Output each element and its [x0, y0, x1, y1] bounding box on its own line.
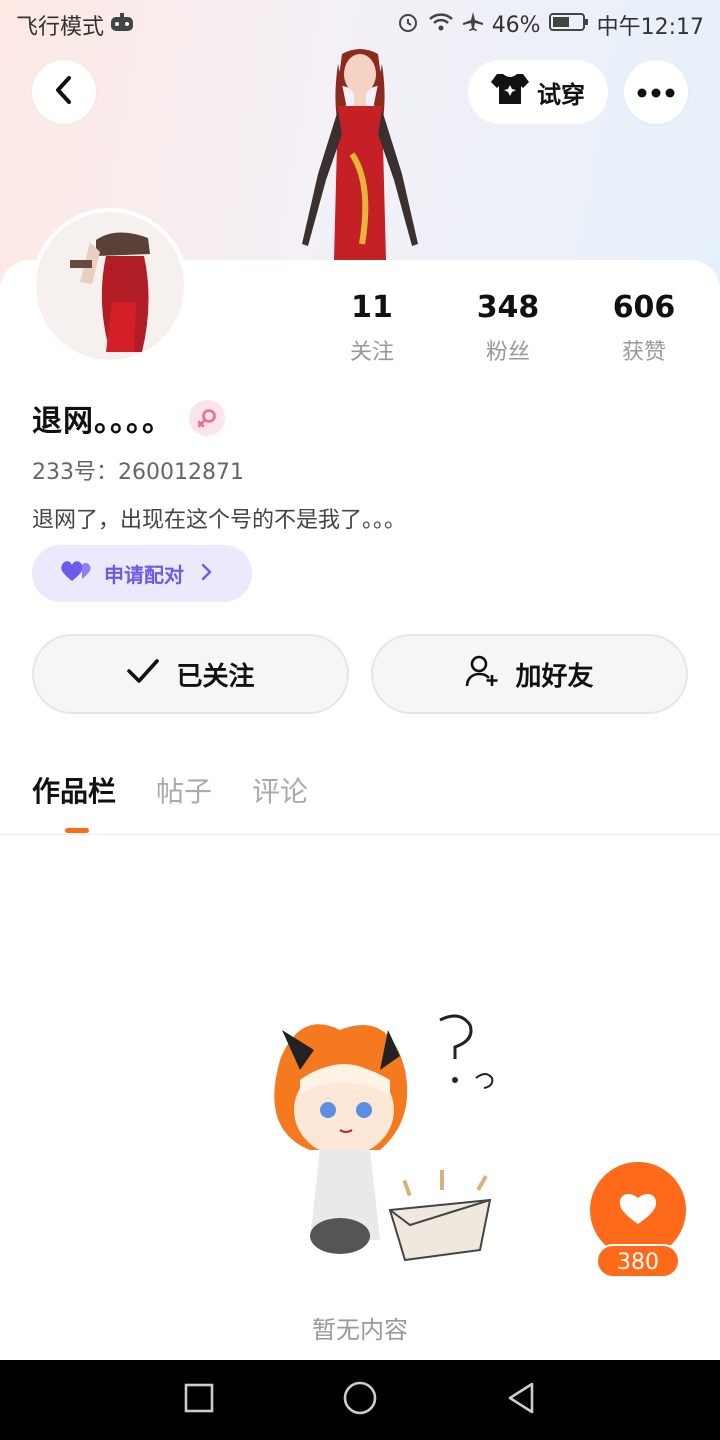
add-friend-button[interactable]: 加好友 — [371, 634, 688, 714]
user-bio: 退网了，出现在这个号的不是我了。。。 — [32, 508, 407, 533]
following-label: 关注 — [349, 340, 394, 365]
request-pair-button[interactable]: 申请配对 — [32, 545, 252, 602]
name-row: 退网。。。。 — [32, 396, 225, 440]
wifi-icon — [428, 11, 454, 39]
system-navigation-bar — [0, 1360, 720, 1440]
active-tab-indicator — [65, 828, 89, 833]
avatar[interactable] — [32, 208, 188, 364]
likes-stat[interactable]: 606 获赞 — [576, 288, 712, 366]
following-count: 11 — [351, 290, 393, 325]
chevron-left-icon — [53, 75, 75, 109]
following-stat[interactable]: 11 关注 — [304, 288, 440, 366]
back-button[interactable] — [32, 60, 96, 124]
tab-comments[interactable]: 评论 — [252, 770, 308, 810]
game-controller-icon — [110, 11, 134, 39]
checkmark-icon — [126, 658, 160, 691]
home-icon[interactable] — [343, 1381, 377, 1419]
likes-received-label: 获赞 — [621, 340, 666, 365]
try-on-button[interactable]: 试穿 — [468, 60, 608, 124]
request-pair-label: 申请配对 — [104, 563, 184, 587]
clock-time: 中午12:17 — [596, 15, 704, 40]
user-id: 233号：260012871 — [32, 460, 244, 485]
recent-apps-icon[interactable] — [184, 1383, 214, 1417]
add-friend-label: 加好友 — [515, 661, 594, 692]
try-on-label: 试穿 — [537, 80, 585, 109]
followers-count: 348 — [476, 290, 540, 325]
status-bar: 飞行模式 46% 中午12:17 — [0, 0, 720, 50]
double-heart-icon — [60, 559, 94, 588]
heart-icon — [618, 1190, 658, 1230]
back-triangle-icon[interactable] — [506, 1381, 536, 1419]
tshirt-icon — [491, 72, 529, 112]
alarm-icon — [396, 10, 420, 40]
tab-works[interactable]: 作品栏 — [32, 770, 116, 810]
empty-state-illustration — [240, 1000, 510, 1270]
empty-state-text: 暂无内容 — [312, 1316, 408, 1344]
airplane-icon — [462, 11, 484, 39]
content-tabs: 作品栏 帖子 评论 — [32, 770, 308, 810]
profile-stats: 11 关注 348 粉丝 606 获赞 — [304, 288, 712, 366]
chevron-right-icon — [200, 562, 212, 586]
battery-icon — [548, 12, 589, 38]
add-user-icon — [465, 654, 499, 695]
following-button-label: 已关注 — [176, 661, 255, 692]
more-options-button[interactable] — [624, 60, 688, 124]
female-icon — [189, 400, 225, 436]
following-button[interactable]: 已关注 — [32, 634, 349, 714]
avatar-figure — [282, 44, 438, 260]
airplane-mode-label: 飞行模式 — [16, 15, 105, 40]
followers-stat[interactable]: 348 粉丝 — [440, 288, 576, 366]
followers-label: 粉丝 — [485, 340, 530, 365]
username: 退网。。。。 — [32, 404, 173, 439]
likes-received-count: 606 — [612, 290, 676, 325]
more-dots-icon — [637, 83, 675, 102]
battery-percent: 46% — [491, 12, 541, 38]
tab-posts[interactable]: 帖子 — [156, 770, 212, 810]
like-count-badge: 380 — [596, 1244, 680, 1278]
tabs-divider — [0, 834, 720, 835]
